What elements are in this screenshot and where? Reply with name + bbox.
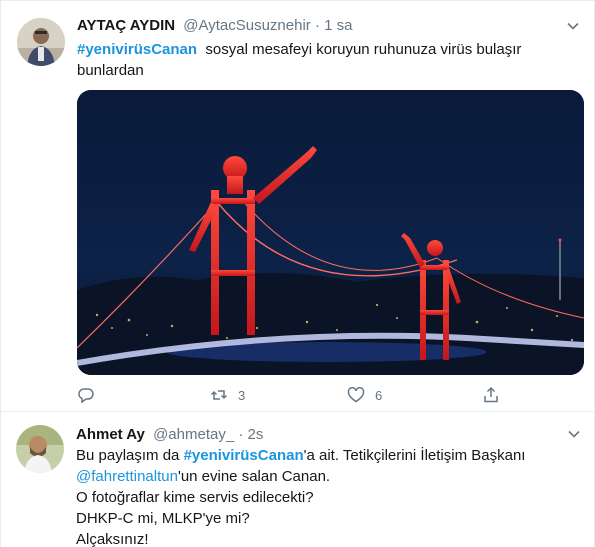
text-line-2: @fahrettinaltun'un evine salan Canan. (76, 466, 581, 487)
avatar[interactable] (16, 425, 64, 473)
display-name[interactable]: Ahmet Ay (76, 426, 145, 443)
hashtag-link[interactable]: #yenivirüsCanan (77, 41, 197, 58)
like-button[interactable]: 6 (347, 384, 382, 406)
text-fragment: 'un evine salan Canan. (177, 468, 331, 485)
tweet-header: AYTAÇ AYDIN @AytacSusuznehir · 1 sa (77, 17, 352, 37)
text-line-3: O fotoğraflar kime servis edilecekti? (76, 489, 314, 506)
retweet-button[interactable]: 3 (210, 384, 245, 406)
tweet-photo[interactable] (77, 90, 584, 375)
share-icon (484, 386, 498, 403)
heart-icon (347, 387, 365, 403)
separator-dot: · (314, 17, 320, 34)
reply-button[interactable] (77, 384, 105, 406)
text-fragment: 'a ait. Tetikçilerini İletişim Başkanı (303, 447, 526, 464)
separator-dot: · (238, 426, 244, 443)
retweet-icon (210, 390, 228, 400)
display-name[interactable]: AYTAÇ AYDIN (77, 17, 175, 34)
reply-icon (78, 388, 94, 404)
timestamp[interactable]: 2s (248, 426, 264, 443)
mention-link[interactable]: @fahrettinaltun (76, 468, 178, 485)
retweet-count: 3 (238, 387, 246, 403)
user-handle[interactable]: @AytacSusuznehir (183, 17, 311, 34)
avatar[interactable] (17, 18, 65, 66)
share-button[interactable] (482, 384, 500, 406)
chevron-down-icon[interactable] (567, 427, 581, 441)
tweet-text: #yenivirüsCanan sosyal mesafeyi koruyun … (77, 39, 577, 81)
timestamp[interactable]: 1 sa (324, 17, 352, 34)
text-line-1: Bu paylaşım da #yenivirüsCanan'a ait. Te… (76, 445, 581, 466)
tweet-text: Bu paylaşım da #yenivirüsCanan'a ait. Te… (76, 445, 581, 547)
tweet-1[interactable]: AYTAÇ AYDIN @AytacSusuznehir · 1 sa #yen… (0, 0, 595, 412)
like-count: 6 (375, 387, 383, 403)
text-fragment: Bu paylaşım da (76, 447, 184, 464)
text-line-5: Alçaksınız! (76, 531, 149, 547)
hashtag-link[interactable]: #yenivirüsCanan (184, 447, 304, 464)
user-handle[interactable]: @ahmetay_ (153, 426, 234, 443)
tweet-header: Ahmet Ay @ahmetay_ · 2s (76, 426, 263, 446)
tweet-actions: 3 6 (77, 384, 507, 406)
chevron-down-icon[interactable] (566, 19, 580, 33)
text-line-4: DHKP-C mi, MLKP'ye mi? (76, 510, 250, 527)
